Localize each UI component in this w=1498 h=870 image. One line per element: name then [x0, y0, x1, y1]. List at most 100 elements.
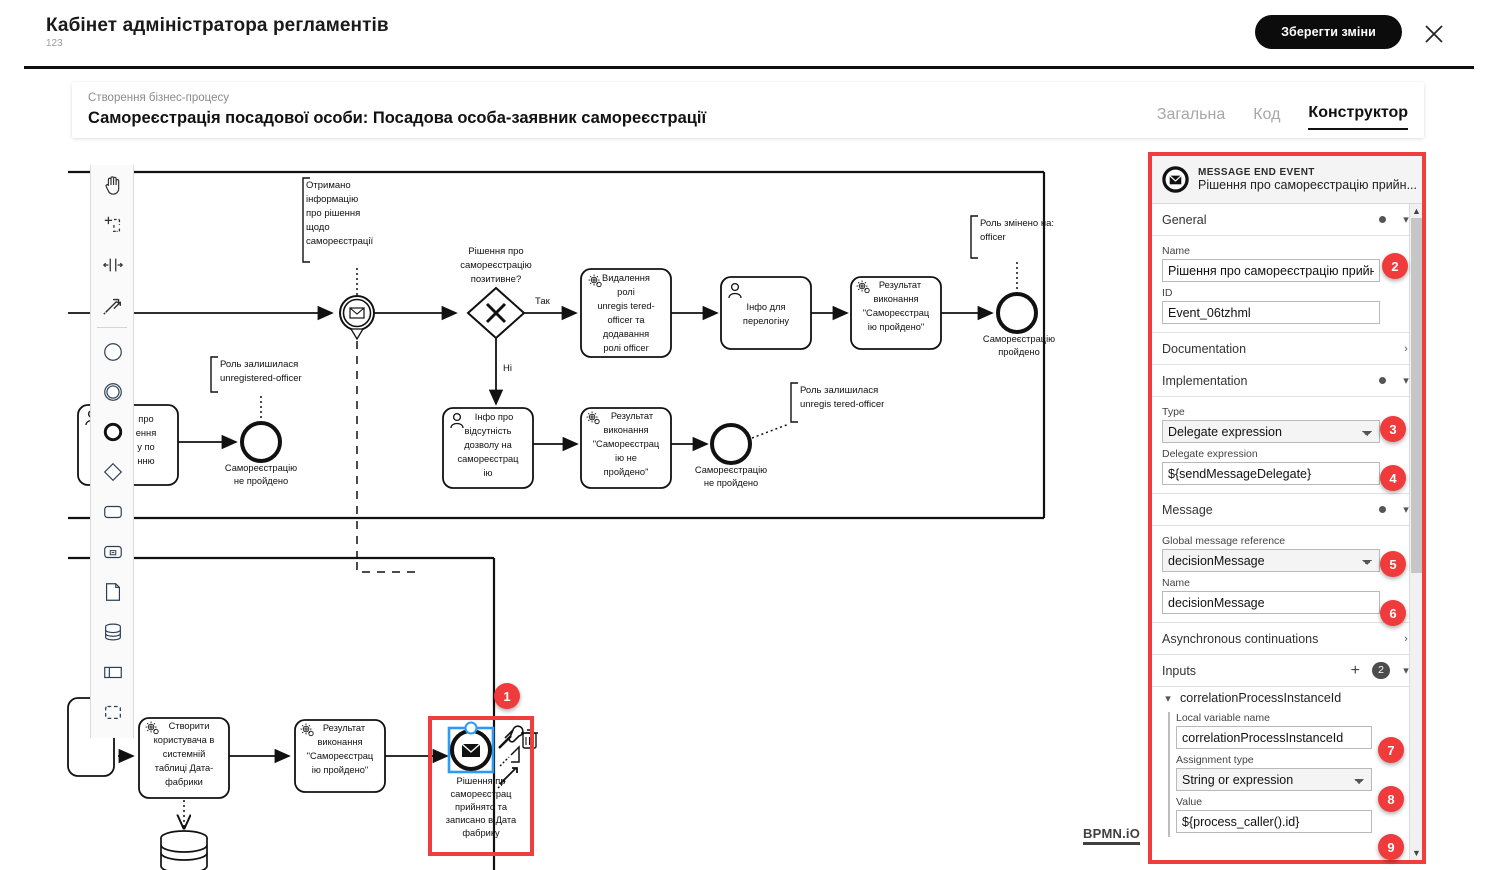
delegate-expression-input[interactable]: [1162, 462, 1380, 485]
group-icon[interactable]: [91, 692, 135, 732]
callout-marker-9: 9: [1378, 834, 1404, 860]
end-event-icon[interactable]: [91, 412, 135, 452]
svg-text:самореєстрації: самореєстрації: [306, 236, 373, 247]
svg-text:Результат: Результат: [323, 723, 366, 733]
message-end-event-icon: [1162, 166, 1189, 193]
svg-text:самореєстрацію: самореєстрацію: [460, 260, 532, 271]
bpmn-canvas[interactable]: Отримано інформацію про рішення щодо сам…: [0, 150, 1144, 870]
top-bar: Кабінет адміністратора регламентів 123 З…: [0, 0, 1498, 66]
tab-constructor[interactable]: Конструктор: [1308, 104, 1408, 130]
section-documentation[interactable]: Documentation ›: [1152, 333, 1422, 365]
bpmnio-watermark[interactable]: BPMN.iO: [1083, 826, 1141, 845]
svg-text:officer та: officer та: [607, 315, 645, 325]
bpmn-palette[interactable]: [90, 165, 134, 738]
section-general-label: General: [1162, 212, 1207, 227]
svg-text:Результат: Результат: [611, 411, 654, 421]
svg-text:ію пройдено": ію пройдено": [868, 322, 924, 332]
svg-text:не пройдено: не пройдено: [234, 476, 288, 486]
svg-text:самореєстрац: самореєстрац: [457, 454, 519, 464]
space-tool-icon[interactable]: [91, 245, 135, 285]
hand-tool-icon[interactable]: [91, 165, 135, 205]
data-object-icon[interactable]: [91, 572, 135, 612]
connect-tool-icon[interactable]: [91, 285, 135, 325]
section-inputs-label: Inputs: [1162, 663, 1197, 678]
name-input[interactable]: [1162, 259, 1380, 282]
svg-text:фабрику: фабрику: [462, 828, 500, 838]
intermediate-event-icon[interactable]: [91, 372, 135, 412]
svg-text:щодо: щодо: [306, 222, 330, 233]
type-label: Type: [1162, 406, 1185, 418]
task-icon[interactable]: [91, 492, 135, 532]
add-input-button[interactable]: +: [1351, 662, 1360, 679]
svg-text:користувача в: користувача в: [154, 735, 215, 745]
id-input[interactable]: [1162, 301, 1380, 324]
start-event-icon[interactable]: [91, 332, 135, 372]
svg-text:officer: officer: [980, 232, 1006, 243]
section-message[interactable]: Message ▾: [1152, 494, 1422, 526]
properties-panel-body[interactable]: General ▾ Name ID Documentation › Implem…: [1152, 204, 1422, 860]
local-variable-name-input[interactable]: [1176, 726, 1372, 749]
section-asynchronous-continuations[interactable]: Asynchronous continuations ›: [1152, 623, 1422, 655]
properties-scrollbar[interactable]: ▲ ▼: [1409, 204, 1422, 860]
general-fields: Name ID: [1152, 236, 1422, 333]
svg-text:ролі: ролі: [617, 287, 635, 297]
assignment-type-select[interactable]: String or expression: [1176, 768, 1372, 791]
close-icon[interactable]: [1422, 22, 1446, 46]
message-name-input[interactable]: [1162, 591, 1380, 614]
callout-marker-6: 6: [1380, 600, 1406, 626]
callout-marker-1: 1: [494, 683, 520, 709]
svg-text:прийнято та: прийнято та: [455, 802, 508, 812]
section-documentation-label: Documentation: [1162, 341, 1247, 356]
local-variable-name-label: Local variable name: [1176, 712, 1270, 724]
svg-text:записано в Дата: записано в Дата: [446, 815, 517, 825]
scroll-up-icon[interactable]: ▲: [1410, 204, 1422, 218]
app-subtitle: 123: [46, 38, 63, 49]
section-dot-icon: [1379, 377, 1386, 384]
svg-text:ію не: ію не: [615, 453, 637, 463]
svg-text:фабрики: фабрики: [165, 777, 203, 787]
callout-marker-4: 4: [1380, 465, 1406, 491]
svg-text:додавання: додавання: [603, 329, 649, 339]
svg-text:у по: у по: [137, 442, 154, 452]
svg-text:самореєстрац: самореєстрац: [450, 789, 512, 799]
tab-code[interactable]: Код: [1253, 106, 1280, 130]
subprocess-icon[interactable]: [91, 532, 135, 572]
gateway-icon[interactable]: [91, 452, 135, 492]
svg-text:Самореєстрацію: Самореєстрацію: [225, 463, 297, 473]
svg-text:виконання: виконання: [603, 425, 648, 435]
callout-marker-3: 3: [1380, 416, 1406, 442]
svg-text:ення: ення: [136, 428, 156, 438]
data-store-icon[interactable]: [91, 612, 135, 652]
type-select[interactable]: Delegate expression: [1162, 420, 1380, 443]
scroll-down-icon[interactable]: ▼: [1410, 846, 1422, 860]
svg-text:Роль змінено на:: Роль змінено на:: [980, 218, 1054, 229]
tab-bar: Загальна Код Конструктор: [1157, 104, 1408, 130]
global-message-reference-label: Global message reference: [1162, 535, 1286, 547]
svg-text:Видалення: Видалення: [602, 273, 650, 283]
scrollbar-thumb[interactable]: [1411, 218, 1422, 573]
section-general[interactable]: General ▾: [1152, 204, 1422, 236]
page-header-card: Створення бізнес-процесу Самореєстрація …: [72, 82, 1424, 138]
chevron-down-icon[interactable]: ▾: [1162, 692, 1174, 705]
participant-icon[interactable]: [91, 652, 135, 692]
properties-element-name: Рішення про самореєстрацію прийн...: [1198, 178, 1417, 192]
lasso-tool-icon[interactable]: [91, 205, 135, 245]
svg-text:"Самореєстрац: "Самореєстрац: [863, 308, 930, 318]
save-changes-button[interactable]: Зберегти зміни: [1255, 15, 1402, 49]
svg-text:Роль залишилася: Роль залишилася: [800, 385, 878, 396]
section-inputs[interactable]: Inputs + 2 ▾: [1152, 655, 1422, 687]
app-title: Кабінет адміністратора регламентів: [46, 15, 389, 36]
svg-text:unregistered-officer: unregistered-officer: [220, 373, 302, 384]
svg-text:"Самореєстрац: "Самореєстрац: [593, 439, 660, 449]
global-message-reference-select[interactable]: decisionMessage: [1162, 549, 1380, 572]
context-pad-append-icon: [499, 745, 520, 767]
name-label: Name: [1162, 245, 1191, 257]
input-item-header[interactable]: ▾ correlationProcessInstanceId: [1152, 687, 1422, 707]
svg-text:не пройдено: не пройдено: [704, 478, 758, 488]
svg-text:Інфо про: Інфо про: [475, 412, 514, 422]
section-implementation[interactable]: Implementation ▾: [1152, 365, 1422, 397]
value-input[interactable]: [1176, 810, 1372, 833]
svg-text:Рішення пр: Рішення пр: [457, 776, 506, 786]
svg-text:ію пройдено": ію пройдено": [312, 765, 368, 775]
tab-general[interactable]: Загальна: [1157, 106, 1225, 130]
